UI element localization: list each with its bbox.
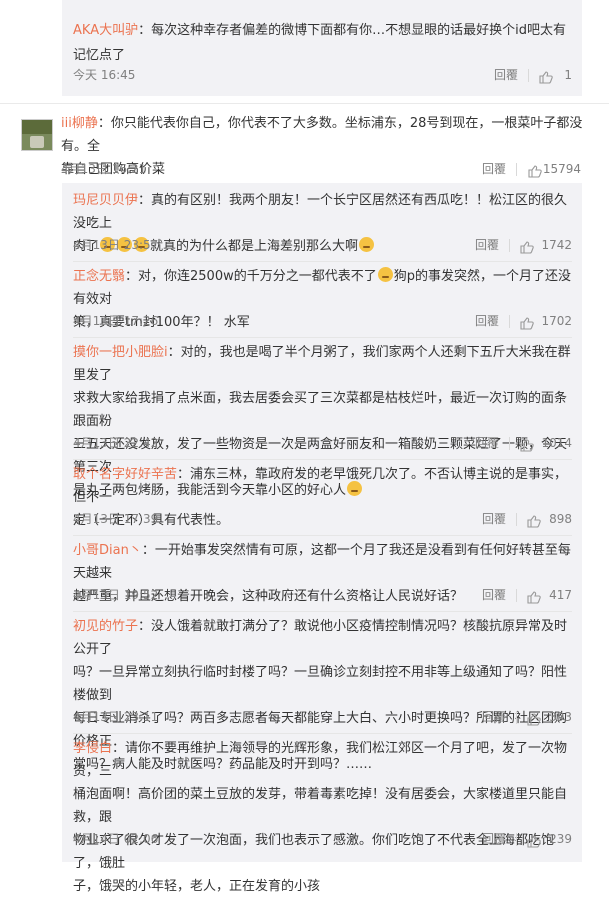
thumbs-up-icon — [527, 591, 541, 604]
reply-username[interactable]: 玛尼贝贝伊 — [73, 193, 138, 208]
reply-button[interactable]: 回覆 — [482, 583, 506, 607]
divider-bar — [516, 711, 517, 724]
thumbs-up-icon — [528, 165, 542, 178]
thumbs-up-icon — [539, 71, 553, 84]
reply-divider — [73, 535, 572, 536]
dizzy-emoji-icon — [377, 267, 393, 282]
divider-bar — [516, 833, 517, 846]
divider-bar — [516, 163, 517, 176]
like-button[interactable] — [527, 710, 541, 734]
like-count: 1702 — [541, 314, 572, 328]
reply-meta: 4月13日 22:42 回覆 1014 — [73, 431, 572, 455]
divider-bar — [509, 239, 510, 252]
like-count: 15794 — [542, 162, 581, 176]
comment-username[interactable]: iii柳静 — [61, 116, 98, 131]
reply-meta: 4月13日 17:26 回覆 1702 — [73, 309, 572, 333]
reply-button[interactable]: 回覆 — [475, 233, 499, 257]
like-button[interactable] — [520, 436, 534, 460]
reply-time: 4月13日 19:52 — [73, 588, 159, 602]
reply-meta: 4月13日 23:57 回覆 1742 — [73, 233, 572, 257]
comment-meta: 4月13日 16:21 回覆 15794 — [61, 157, 581, 181]
like-count: 1 — [564, 68, 572, 82]
thumbs-up-icon — [520, 439, 534, 452]
reply-meta: 4月13日 23:11 回覆 393 — [73, 705, 572, 729]
reply-meta: 今天 16:45 回覆 1 — [73, 63, 572, 87]
thumbs-up-icon — [527, 835, 541, 848]
comment-time: 4月13日 16:21 — [61, 162, 147, 176]
reply-username[interactable]: AKA大叫驴 — [73, 23, 138, 38]
reply-button[interactable]: 回覆 — [482, 705, 506, 729]
like-count: 393 — [549, 710, 572, 724]
reply-username[interactable]: 正念无翳 — [73, 269, 125, 284]
divider-bar — [528, 69, 529, 82]
divider-bar — [509, 437, 510, 450]
like-button[interactable] — [520, 314, 534, 338]
reply-button[interactable]: 回覆 — [475, 309, 499, 333]
reply-divider — [73, 733, 572, 734]
reply-button[interactable]: 回覆 — [494, 63, 518, 87]
divider-bar — [516, 589, 517, 602]
reply-username[interactable]: 李侵白 — [73, 741, 112, 756]
like-count: 1742 — [541, 238, 572, 252]
reply-time: 4月14日 02:06 — [73, 832, 159, 846]
thumbs-up-icon — [527, 713, 541, 726]
reply-time: 4月13日 23:57 — [73, 238, 159, 252]
like-button[interactable] — [539, 68, 553, 92]
like-button[interactable] — [527, 832, 541, 856]
like-button[interactable] — [527, 588, 541, 612]
reply-time: 今天 16:45 — [73, 68, 136, 82]
reply-text: AKA大叫驴：每次这种幸存者偏差的微博下面都有你…不想显眼的话最好换个id吧太有… — [73, 23, 566, 63]
thumbs-up-icon — [520, 241, 534, 254]
thumbs-up-icon — [520, 317, 534, 330]
reply-divider — [73, 261, 572, 262]
reply-divider — [73, 337, 572, 338]
reply-block: 玛尼贝贝伊：真的有区别！我两个朋友！一个长宁区居然还有西瓜吃！！松江区的很久没吃… — [62, 183, 582, 894]
reply-button[interactable]: 回覆 — [482, 507, 506, 531]
reply-button[interactable]: 回覆 — [482, 157, 506, 181]
like-count: 1014 — [541, 436, 572, 450]
reply-username[interactable]: 小哥Dian丶 — [73, 543, 142, 558]
reply-divider — [73, 459, 572, 460]
reply-time: 4月13日 23:11 — [73, 710, 159, 724]
reply-username[interactable]: 摸你一把小肥脸i — [73, 345, 168, 360]
reply-button[interactable]: 回覆 — [482, 827, 506, 851]
like-button[interactable] — [527, 512, 541, 536]
reply-meta: 4月13日 17:39 回覆 898 — [73, 507, 572, 531]
reply-meta: 4月14日 02:06 回覆 239 — [73, 827, 572, 851]
divider-bar — [509, 315, 510, 328]
reply-username[interactable]: 初见的竹子 — [73, 619, 138, 634]
reply-time: 4月13日 17:39 — [73, 512, 159, 526]
divider-bar — [516, 513, 517, 526]
like-button[interactable] — [520, 238, 534, 262]
like-count: 417 — [549, 588, 572, 602]
comment-divider — [0, 103, 609, 104]
reply-block-top: AKA大叫驴：每次这种幸存者偏差的微博下面都有你…不想显眼的话最好换个id吧太有… — [62, 0, 582, 96]
like-count: 898 — [549, 512, 572, 526]
like-count: 239 — [549, 832, 572, 846]
reply-text: 李侵白：请你不要再维护上海领导的光辉形象，我们松江郊区一个月了吧，发了一次物资，… — [73, 741, 568, 894]
reply-button[interactable]: 回覆 — [475, 431, 499, 455]
reply-username[interactable]: 取个名字好好辛苦 — [73, 467, 177, 482]
reply-meta: 4月13日 19:52 回覆 417 — [73, 583, 572, 607]
reply-time: 4月13日 17:26 — [73, 314, 159, 328]
reply-time: 4月13日 22:42 — [73, 436, 159, 450]
avatar[interactable] — [21, 119, 53, 151]
reply-divider — [73, 611, 572, 612]
thumbs-up-icon — [527, 515, 541, 528]
